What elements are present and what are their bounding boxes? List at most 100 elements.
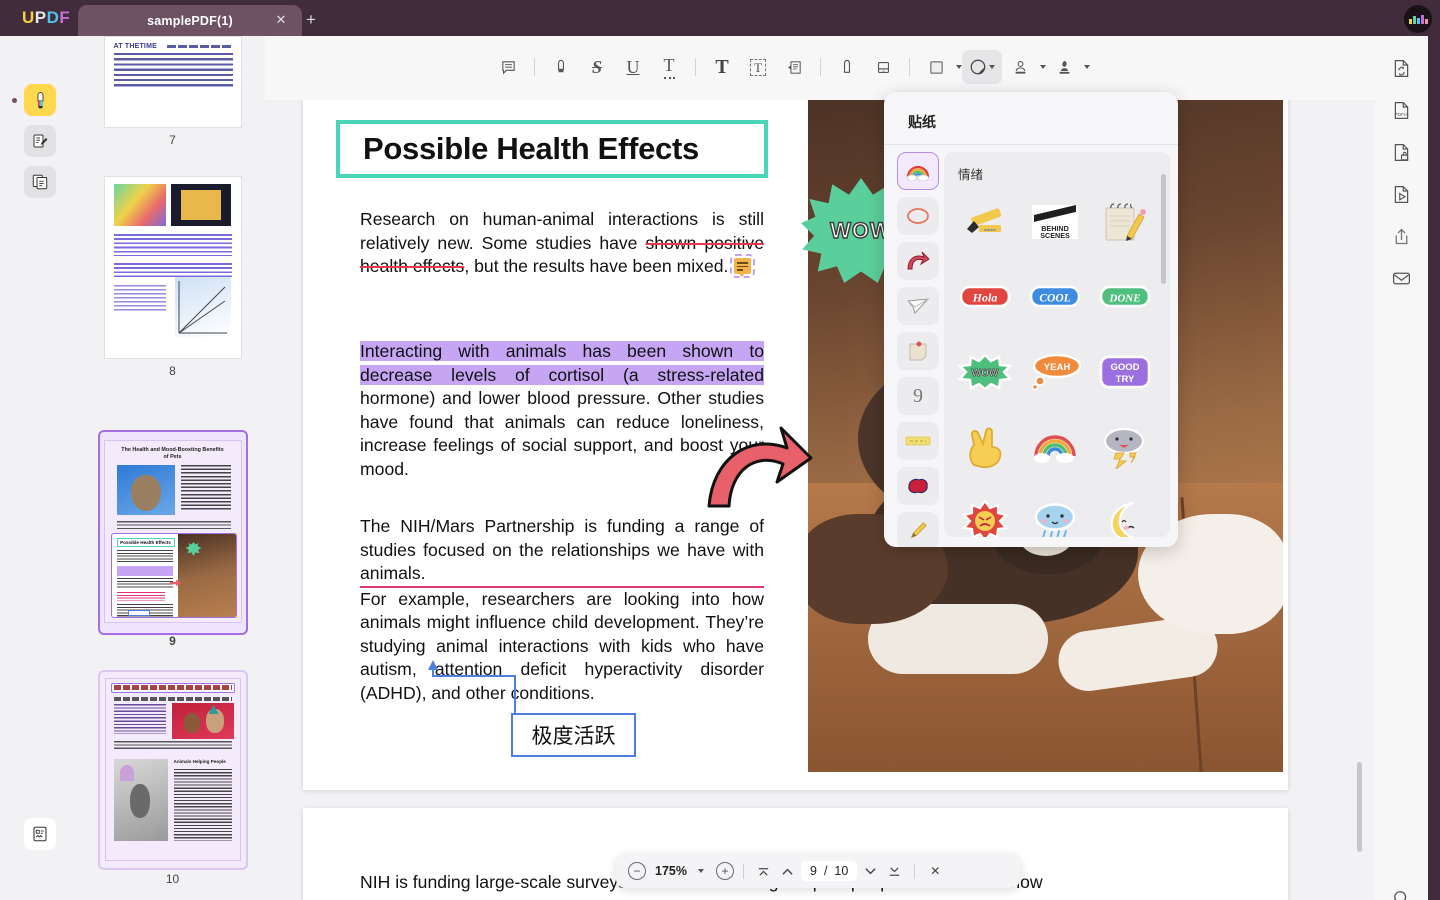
sticker-marker[interactable]: marker (950, 184, 1020, 259)
squiggly-tool[interactable]: T (651, 50, 687, 84)
stamp-tool[interactable] (1002, 50, 1046, 84)
thumb-heading: The Health and Mood-Boosting Benefits of… (121, 447, 224, 460)
yeah-bubble-sticker-icon: YEAH (1031, 353, 1082, 390)
thumbnail-pane[interactable]: AT THETIME 7 8 The Health and Mood-Boost… (80, 36, 265, 900)
sticker-behind-scenes[interactable]: BEHIND SCENES (1020, 184, 1090, 259)
paragraph-3[interactable]: The NIH/Mars Partnership is funding a ra… (360, 515, 764, 705)
search-button[interactable] (1385, 882, 1417, 900)
document-viewport[interactable]: WOW Possible Health Effects Research on … (265, 100, 1375, 900)
sticker-panel-title: 贴纸 (908, 114, 936, 130)
category-numbers[interactable]: 9 (897, 377, 939, 415)
user-avatar[interactable] (1404, 5, 1432, 33)
sticker-storm-cloud[interactable] (1090, 409, 1160, 484)
thumbnail-page-7[interactable]: AT THETIME (103, 36, 242, 128)
sticker-notepad[interactable] (1090, 184, 1160, 259)
sticker-panel[interactable]: 贴纸 9 情绪 marker BEHIND SCENES Hola COOL D… (884, 92, 1178, 547)
close-icon[interactable]: ✕ (274, 13, 288, 27)
sticker-rain-cloud[interactable] (1020, 484, 1090, 537)
close-icon[interactable]: ✕ (924, 860, 946, 882)
convert-pdf-button[interactable] (1386, 52, 1418, 84)
share-button[interactable] (1386, 220, 1418, 252)
sticker-grid[interactable]: 情绪 marker BEHIND SCENES Hola COOL DONE W… (944, 152, 1170, 537)
document-scrollbar[interactable] (1357, 762, 1362, 852)
sticker-grid-scrollbar[interactable] (1161, 174, 1166, 284)
sticker-angry-sun[interactable] (950, 484, 1020, 537)
sticker-tool[interactable] (962, 50, 1002, 84)
category-shapes[interactable] (897, 197, 939, 235)
chevron-down-icon[interactable] (697, 869, 704, 873)
sticker-good-try[interactable]: GOOD TRY (1090, 334, 1160, 409)
category-tape[interactable] (897, 422, 939, 460)
chevron-down-icon[interactable] (989, 65, 995, 69)
plus-icon[interactable]: + (306, 11, 316, 28)
annotate-tool[interactable] (24, 84, 56, 116)
next-page-icon[interactable] (859, 860, 881, 882)
panel-divider (884, 144, 1178, 145)
zoom-page-toolbar[interactable]: − 175% + 9 / 10 ✕ (616, 854, 1020, 888)
sticker-items[interactable]: marker BEHIND SCENES Hola COOL DONE WOW … (950, 184, 1162, 537)
signature-tool[interactable] (1046, 50, 1090, 84)
highlight-tool[interactable] (543, 50, 579, 84)
protect-pdf-button[interactable] (1386, 136, 1418, 168)
organize-pages-tool[interactable] (24, 166, 56, 198)
minus-circle-icon[interactable]: − (628, 862, 646, 880)
thumbnail-item[interactable]: The Health and Mood-Boosting Benefits of… (90, 430, 255, 648)
text-callout-tool[interactable] (776, 50, 812, 84)
rain-cloud-sticker-icon (1034, 502, 1076, 537)
category-emotions[interactable] (897, 152, 939, 190)
search-icon (1394, 891, 1407, 900)
sticker-hola[interactable]: Hola (950, 259, 1020, 334)
sticky-note-tool[interactable] (490, 50, 526, 84)
thumbnail-page-9[interactable]: The Health and Mood-Boosting Benefits of… (103, 440, 242, 623)
shapes-tool[interactable] (918, 50, 962, 84)
sticker-rainbow[interactable] (1020, 409, 1090, 484)
category-splash[interactable] (897, 467, 939, 505)
sticker-cool[interactable]: COOL (1020, 259, 1090, 334)
text-field-tool[interactable]: T (740, 50, 776, 84)
underline-tool[interactable]: U (615, 50, 651, 84)
svg-text:x: x (882, 69, 884, 73)
category-paper-plane[interactable] (897, 287, 939, 325)
last-page-icon[interactable] (883, 860, 905, 882)
page-indicator[interactable]: 9 / 10 (800, 861, 858, 881)
page-title-box[interactable]: Possible Health Effects (336, 120, 768, 178)
plus-circle-icon[interactable]: + (715, 862, 734, 880)
highlight-annotation[interactable]: Interacting with animals has been shown … (360, 341, 764, 385)
thumbnail-item[interactable]: 8 (90, 176, 255, 378)
sticker-done[interactable]: DONE (1090, 259, 1160, 334)
paragraph-1[interactable]: Research on human-animal interactions is… (360, 208, 764, 279)
red-arrow-annotation[interactable] (703, 420, 815, 512)
category-arrows[interactable] (897, 242, 939, 280)
category-notes[interactable] (897, 332, 939, 370)
text-box-tool[interactable]: T (704, 50, 740, 84)
thumbnail-page-8[interactable] (103, 176, 242, 359)
wow-burst-sticker-icon: WOW (958, 353, 1012, 390)
sticker-wow[interactable]: WOW (950, 334, 1020, 409)
thumbnail-item[interactable]: Animals Helping People 10 (90, 670, 255, 886)
pdf-a-button[interactable]: PDF/A (1386, 94, 1418, 126)
edit-tool[interactable] (24, 125, 56, 157)
chevron-down-icon[interactable] (1084, 65, 1090, 69)
sticker-category-list[interactable]: 9 (892, 152, 944, 547)
sticker-peace-hand[interactable] (950, 409, 1020, 484)
underline-annotation[interactable]: The NIH/Mars Partnership is funding a ra… (360, 515, 764, 588)
sticker-moon[interactable] (1090, 484, 1160, 537)
text-callout-annotation[interactable]: 极度活跃 (511, 713, 636, 757)
thumbnail-item[interactable]: AT THETIME 7 (90, 36, 255, 147)
sticker-yeah[interactable]: YEAH (1020, 334, 1090, 409)
ocr-tool[interactable] (24, 818, 56, 850)
svg-text:YEAH: YEAH (1044, 362, 1071, 373)
presentation-button[interactable] (1386, 178, 1418, 210)
prev-page-icon[interactable] (777, 860, 799, 882)
eraser-tool[interactable]: x (865, 50, 901, 84)
strikethrough-tool[interactable]: S (579, 50, 615, 84)
document-tab[interactable]: samplePDF(1) ✕ (78, 5, 302, 36)
pencil-tool[interactable] (829, 50, 865, 84)
thumbnail-page-10[interactable]: Animals Helping People (104, 678, 241, 861)
category-pencil[interactable] (897, 512, 939, 547)
sticky-note-annotation[interactable] (730, 254, 756, 278)
current-page-value[interactable]: 9 (810, 864, 817, 878)
zoom-level-value[interactable]: 175% (655, 864, 687, 878)
first-page-icon[interactable] (753, 860, 775, 882)
email-button[interactable] (1386, 262, 1418, 294)
